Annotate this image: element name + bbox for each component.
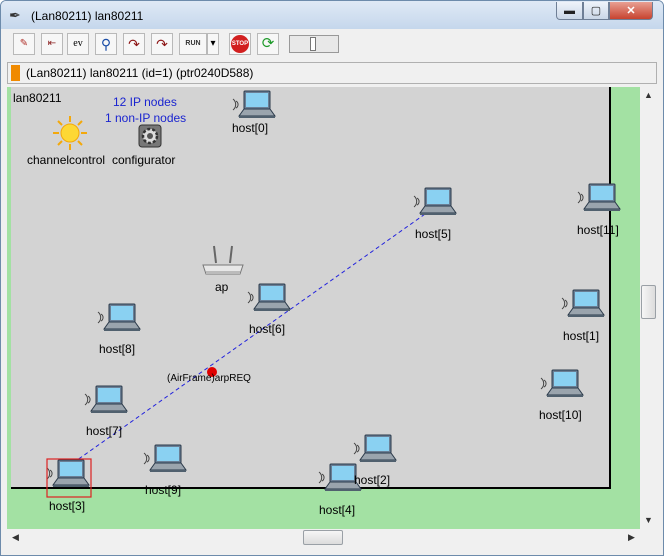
- host-icon[interactable]: [577, 183, 621, 212]
- host-icon[interactable]: [413, 187, 457, 216]
- sun-icon[interactable]: [53, 116, 87, 150]
- message-label: (AirFrame)arpREQ: [167, 373, 251, 384]
- module-color-swatch: [11, 65, 20, 81]
- app-window: ✒ (Lan80211) lan80211 ▬ ▢ ✕ ✎ ⇤ ev ⚲ ↷ ↷…: [0, 0, 664, 556]
- vertical-scrollbar[interactable]: ▲ ▼: [640, 87, 657, 529]
- event-log-icon: ev: [73, 38, 83, 49]
- host-label: host[10]: [539, 408, 582, 422]
- speed-slider[interactable]: [289, 35, 339, 53]
- access-point-icon[interactable]: [202, 245, 244, 275]
- speed-slider-thumb[interactable]: [310, 37, 316, 51]
- host-label: host[1]: [563, 329, 600, 343]
- close-button[interactable]: ✕: [609, 2, 653, 20]
- network-canvas[interactable]: lan80211 12 IP nodes 1 non-IP nodes chan…: [7, 87, 640, 529]
- minimize-button[interactable]: ▬: [556, 2, 583, 20]
- scroll-up-button[interactable]: ▲: [640, 87, 657, 104]
- redraw-button[interactable]: ✎: [13, 33, 35, 55]
- configurator-label: configurator: [112, 153, 176, 167]
- run-icon: RUN: [185, 40, 201, 47]
- stop-icon: STOP: [231, 35, 249, 53]
- find-object-icon: ⇤: [47, 38, 57, 49]
- scroll-left-button[interactable]: ◀: [7, 529, 24, 546]
- redraw-icon: ✎: [19, 38, 29, 49]
- refresh-button[interactable]: ⟳: [257, 33, 279, 55]
- channelcontrol-label: channelcontrol: [27, 153, 106, 167]
- host-label: host[3]: [49, 499, 86, 513]
- host-icon[interactable]: [540, 369, 584, 398]
- step-fast-icon: ↷: [156, 36, 168, 52]
- step-fast-button[interactable]: ↷: [151, 33, 173, 55]
- zoom-search-icon: ⚲: [100, 36, 112, 52]
- host-icon[interactable]: [353, 434, 397, 463]
- feather-icon: ✒: [9, 7, 21, 23]
- host-icon[interactable]: [247, 283, 291, 312]
- find-object-button[interactable]: ⇤: [41, 33, 63, 55]
- network-name-label: lan80211: [13, 91, 62, 105]
- step-button[interactable]: ↷: [123, 33, 145, 55]
- horizontal-scrollbar[interactable]: ◀ ▶: [7, 529, 640, 546]
- title-bar: ✒ (Lan80211) lan80211 ▬ ▢ ✕: [1, 1, 663, 29]
- scroll-right-button[interactable]: ▶: [623, 529, 640, 546]
- host-label: host[5]: [415, 227, 452, 241]
- ip-nodes-count: 12 IP nodes: [113, 95, 177, 109]
- gear-icon[interactable]: [138, 124, 162, 148]
- scroll-down-button[interactable]: ▼: [640, 512, 657, 529]
- info-text: (Lan80211) lan80211 (id=1) (ptr0240D588): [26, 66, 254, 80]
- host-icon[interactable]: [143, 444, 187, 473]
- host-icon[interactable]: [97, 303, 141, 332]
- host-label: host[2]: [354, 473, 391, 487]
- run-button[interactable]: RUN: [179, 33, 207, 55]
- event-log-button[interactable]: ev: [67, 33, 89, 55]
- host-icon[interactable]: [46, 459, 90, 488]
- host-icon[interactable]: [561, 289, 605, 318]
- toolbar: ✎ ⇤ ev ⚲ ↷ ↷ RUN ▾ STOP ⟳: [7, 31, 657, 59]
- host-icon[interactable]: [84, 385, 128, 414]
- step-icon: ↷: [128, 36, 140, 52]
- host-label: host[4]: [319, 503, 356, 517]
- info-bar: (Lan80211) lan80211 (id=1) (ptr0240D588): [7, 62, 657, 84]
- zoom-search-button[interactable]: ⚲: [95, 33, 117, 55]
- non-ip-nodes-count: 1 non-IP nodes: [105, 111, 187, 125]
- dropdown-icon: ▾: [210, 38, 216, 49]
- host-label: host[11]: [577, 223, 619, 237]
- host-label: host[6]: [249, 322, 286, 336]
- host-label: host[9]: [145, 483, 182, 497]
- host-icon[interactable]: [232, 90, 276, 119]
- window-title: (Lan80211) lan80211: [31, 9, 144, 23]
- stop-button[interactable]: STOP: [229, 33, 251, 55]
- host-label: host[8]: [99, 342, 136, 356]
- host-label: host[7]: [86, 424, 123, 438]
- host-label: host[0]: [232, 121, 269, 135]
- run-mode-dropdown[interactable]: ▾: [207, 33, 219, 55]
- ap-label: ap: [215, 280, 229, 294]
- refresh-icon: ⟳: [261, 35, 275, 52]
- horizontal-scroll-thumb[interactable]: [303, 530, 343, 545]
- vertical-scroll-thumb[interactable]: [641, 285, 656, 319]
- maximize-button[interactable]: ▢: [583, 2, 609, 20]
